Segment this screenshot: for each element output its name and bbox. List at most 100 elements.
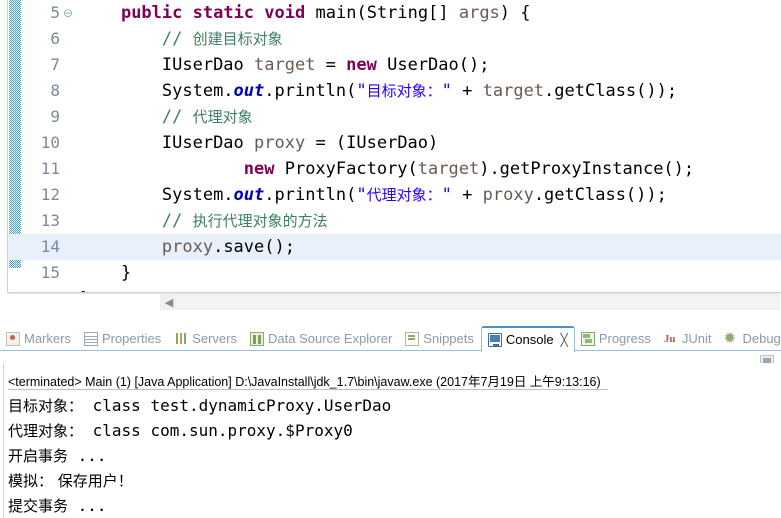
view-tab-servers[interactable]: Servers <box>168 327 244 351</box>
console-left-border <box>3 363 4 518</box>
code-token: proxy <box>254 133 306 153</box>
servers-icon <box>174 332 188 346</box>
code-token: + <box>462 185 483 205</box>
view-tab-snippets[interactable]: Snippets <box>399 327 481 351</box>
code-line-text: // 创建目标对象 <box>80 26 283 52</box>
view-tab-data-source-explorer[interactable]: Data Source Explorer <box>244 327 399 351</box>
code-token: ( <box>356 3 367 23</box>
code-token: ) { <box>499 3 531 23</box>
line-number: 14 <box>40 237 60 256</box>
view-tab-label: Servers <box>192 331 237 346</box>
fold-collapse-icon[interactable]: ⊖ <box>62 0 74 26</box>
code-token: proxy <box>161 237 214 257</box>
code-token: " <box>356 185 367 205</box>
line-number: 7 <box>50 55 60 74</box>
code-line[interactable]: 7 IUserDao target = new UserDao(); <box>8 52 781 78</box>
progress-icon <box>580 332 595 346</box>
console-line-cjk: 开启事务 <box>8 447 69 465</box>
java-editor[interactable]: 5 ⊖ public static void main(String[] args… <box>0 0 781 311</box>
code-line[interactable]: 12 System.out.println("代理对象：" + proxy.ge… <box>8 182 781 208</box>
view-tab-label: JUnit <box>681 331 712 346</box>
code-token: = <box>315 55 347 75</box>
snippets-icon <box>405 332 420 346</box>
code-line[interactable]: 10 IUserDao proxy = (IUserDao) <box>8 130 781 156</box>
markers-icon <box>6 332 20 346</box>
code-token: // <box>161 211 193 231</box>
line-number: 6 <box>50 29 60 48</box>
eclipse-ide-window: 5 ⊖ public static void main(String[] args… <box>0 0 781 518</box>
code-token: static <box>192 3 255 23</box>
view-tab-junit[interactable]: Ju JUnit <box>658 327 719 351</box>
code-token: UserDao(); <box>376 55 490 75</box>
code-token: args <box>458 3 500 23</box>
code-line[interactable]: 6 // 创建目标对象 <box>8 26 781 52</box>
console-line-mono: class test.dynamicProxy.UserDao <box>83 396 392 415</box>
view-tab-progress[interactable]: Progress <box>575 327 658 351</box>
console-output-line: 代理对象： class com.sun.proxy.$Proxy0 <box>8 418 781 443</box>
code-line[interactable]: 9 // 代理对象 <box>8 104 781 130</box>
view-tab-label: Markers <box>24 331 71 346</box>
code-line[interactable]: 13 // 执行代理对象的方法 <box>8 208 781 234</box>
view-tab-label: Progress <box>598 331 651 346</box>
code-line[interactable]: 15 } <box>8 260 781 286</box>
scroll-left-arrow-icon[interactable]: ◀ <box>163 296 175 309</box>
code-token: .save(); <box>213 237 295 257</box>
code-token: [] <box>428 3 459 23</box>
code-line[interactable]: 8 System.out.println("目标对象：" + target.ge… <box>8 78 781 104</box>
code-line[interactable]: 5 ⊖ public static void main(String[] args… <box>8 0 781 26</box>
console-view[interactable]: <terminated> Main (1) [Java Application]… <box>0 363 781 518</box>
console-icon <box>487 333 502 347</box>
code-token: String <box>366 3 429 23</box>
code-token: target <box>482 81 545 101</box>
active-tab-underline-gap <box>481 350 574 351</box>
code-token: 代理对象： <box>366 186 442 204</box>
code-token: IUserDao <box>161 55 255 75</box>
scrollbar-left-pad <box>8 294 160 311</box>
code-line[interactable]: 14 proxy.save(); <box>8 234 781 260</box>
code-token: 代理对象 <box>192 108 253 126</box>
view-tab-label: Console <box>505 332 554 347</box>
code-token: main <box>315 3 357 23</box>
code-line-text: System.out.println("目标对象：" + target.getC… <box>80 78 677 104</box>
code-line-text: System.out.println("代理对象：" + proxy.getCl… <box>80 182 667 208</box>
code-token: void <box>264 3 306 23</box>
code-token: // <box>161 107 193 127</box>
code-token: " <box>441 81 463 101</box>
view-tab-markers[interactable]: Markers <box>0 327 78 351</box>
editor-code-area[interactable]: 5 ⊖ public static void main(String[] args… <box>8 0 781 309</box>
view-tab-console[interactable]: Console ╳ <box>480 326 575 352</box>
code-token: " <box>441 185 463 205</box>
code-token: + <box>462 81 483 101</box>
console-output-line: 提交事务 ... <box>8 493 781 518</box>
view-tab-properties[interactable]: Properties <box>78 327 168 351</box>
debug-icon <box>723 329 738 347</box>
view-tab-debug[interactable]: Debug <box>718 327 781 351</box>
code-token: System. <box>161 81 234 101</box>
code-token: System. <box>161 185 234 205</box>
editor-horizontal-scrollbar[interactable]: ◀ <box>8 293 780 311</box>
line-number: 5 <box>50 3 60 22</box>
code-token: target <box>417 159 480 179</box>
code-token: .getClass()); <box>544 81 678 101</box>
view-tab-bar[interactable]: Markers Properties Servers Data Source Expl… <box>0 323 781 352</box>
line-number: 10 <box>40 133 60 152</box>
scrollbar-track[interactable] <box>176 295 780 310</box>
code-line-text: IUserDao target = new UserDao(); <box>80 52 490 78</box>
code-line-text: proxy.save(); <box>80 234 295 260</box>
console-line-mono: class com.sun.proxy.$Proxy0 <box>83 421 353 440</box>
console-header-separator <box>8 389 608 390</box>
properties-icon <box>83 332 98 346</box>
code-token: .println( <box>264 185 357 205</box>
code-line[interactable]: 11 new ProxyFactory(target).getProxyInst… <box>8 156 781 182</box>
bottom-view-panel: Markers Properties Servers Data Source Expl… <box>0 311 781 518</box>
close-icon[interactable]: ╳ <box>561 333 568 347</box>
